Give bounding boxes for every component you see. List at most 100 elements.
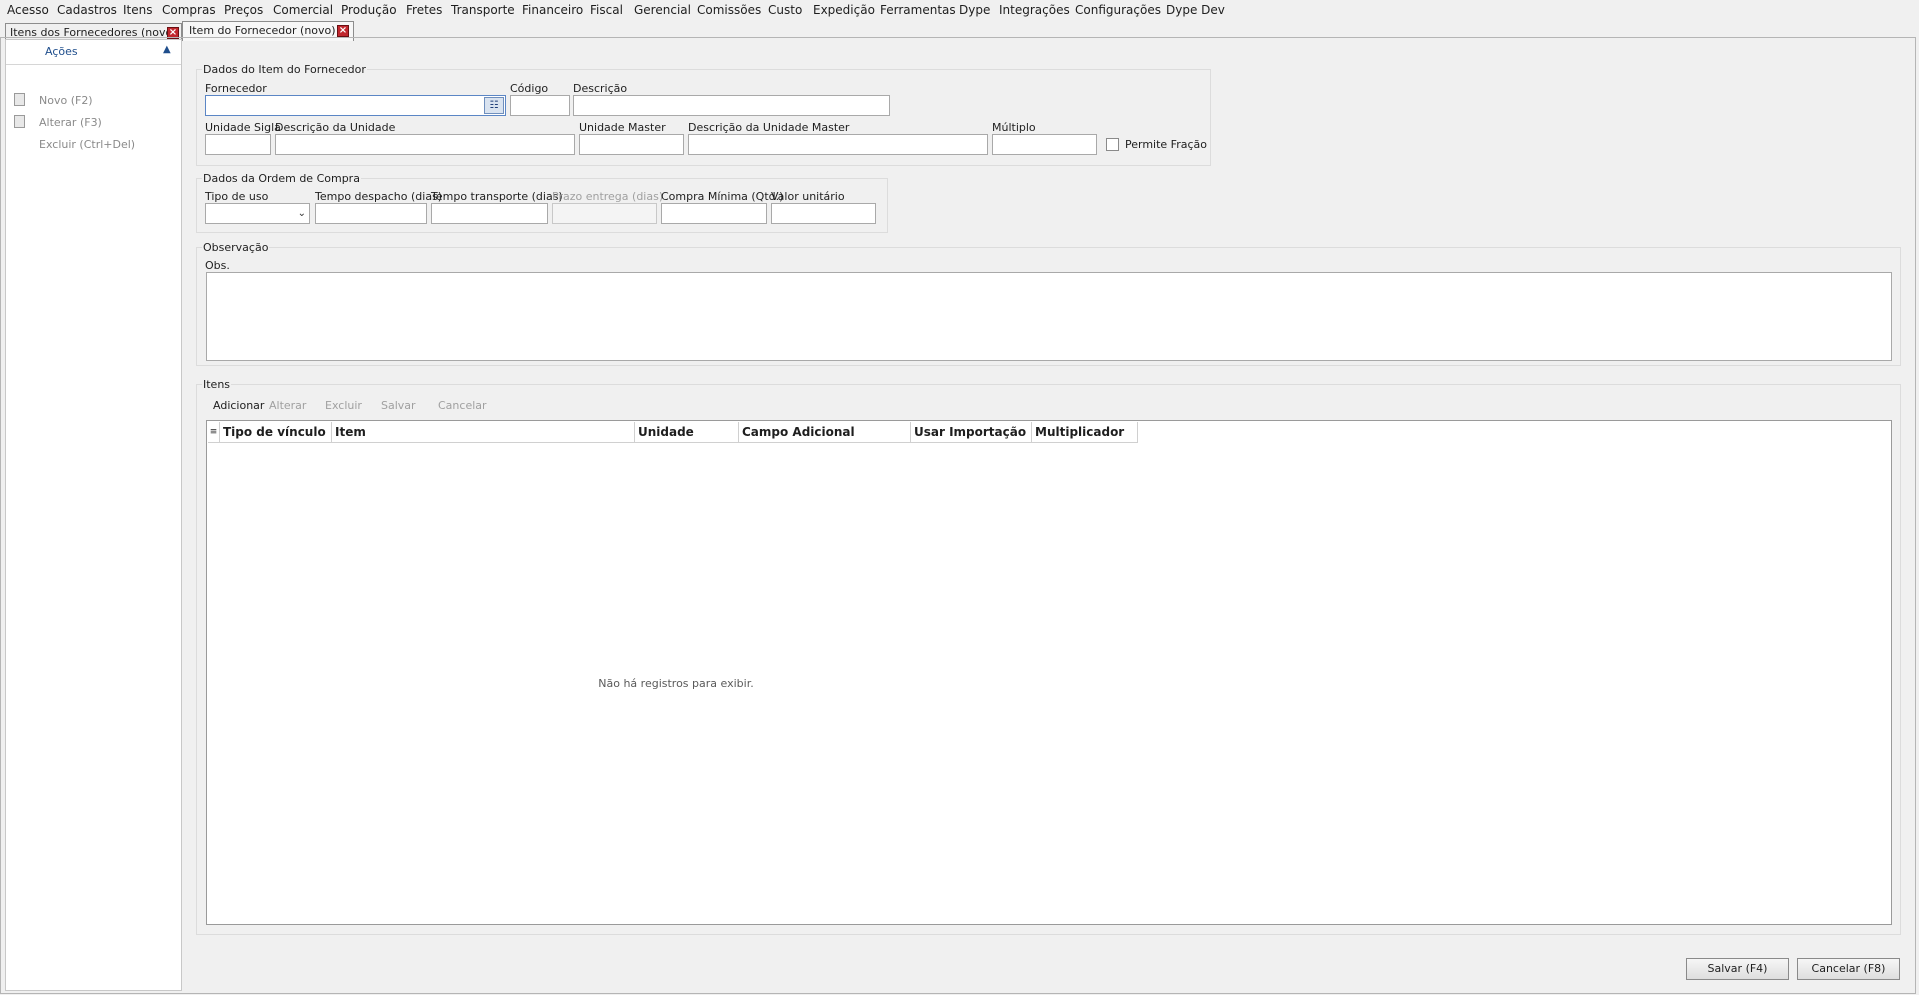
column-header-usar-importacao[interactable]: Usar Importação <box>911 422 1032 443</box>
unidade-master-text[interactable] <box>580 135 683 154</box>
menu-financeiro[interactable]: Financeiro <box>522 3 583 17</box>
multiplo-text[interactable] <box>993 135 1096 154</box>
tipo-uso-label: Tipo de uso <box>205 190 269 203</box>
column-chooser-icon[interactable]: ≡ <box>208 422 220 443</box>
action-label: Excluir (Ctrl+Del) <box>39 138 136 151</box>
column-header-multiplicador[interactable]: Multiplicador <box>1032 422 1138 443</box>
menu-custo[interactable]: Custo <box>768 3 802 17</box>
cancel-button[interactable]: Cancelar (F8) <box>1797 958 1900 980</box>
menu-dype-dev[interactable]: Dype Dev <box>1166 3 1225 17</box>
menu-cadastros[interactable]: Cadastros <box>57 3 117 17</box>
valor-unitario-text[interactable] <box>772 204 875 223</box>
menu-ferramentas[interactable]: Ferramentas <box>880 3 956 17</box>
alterar-button: Alterar <box>269 399 307 412</box>
tab-label: Itens dos Fornecedores (novo) <box>10 26 177 39</box>
action-alterar[interactable]: Alterar (F3) <box>6 113 181 131</box>
tempo-despacho-text[interactable] <box>316 204 426 223</box>
menu-comissoes[interactable]: Comissões <box>697 3 761 17</box>
menu-transporte[interactable]: Transporte <box>451 3 515 17</box>
compra-minima-input[interactable] <box>661 203 767 224</box>
obs-textarea[interactable] <box>206 272 1892 361</box>
chevron-up-icon[interactable]: ▲ <box>163 44 171 55</box>
unidade-master-label: Unidade Master <box>579 121 666 134</box>
menu-acesso[interactable]: Acesso <box>7 3 49 17</box>
column-header-unidade[interactable]: Unidade <box>635 422 739 443</box>
action-novo[interactable]: Novo (F2) <box>6 91 181 109</box>
descricao-unidade-text[interactable] <box>276 135 574 154</box>
menu-comercial[interactable]: Comercial <box>273 3 333 17</box>
multiplo-label: Múltiplo <box>992 121 1036 134</box>
close-tab-icon[interactable]: × <box>167 27 179 39</box>
menu-compras[interactable]: Compras <box>162 3 216 17</box>
edit-document-icon <box>14 115 25 128</box>
descricao-unidade-master-text[interactable] <box>689 135 987 154</box>
descricao-input[interactable] <box>573 95 890 116</box>
permite-fracao-checkbox[interactable] <box>1106 138 1119 151</box>
tab-item-fornecedor[interactable]: Item do Fornecedor (novo) () × <box>182 21 354 41</box>
close-tab-icon[interactable]: × <box>337 25 349 37</box>
unidade-sigla-input[interactable] <box>205 134 271 155</box>
tempo-despacho-input[interactable] <box>315 203 427 224</box>
menu-gerencial[interactable]: Gerencial <box>634 3 691 17</box>
actions-panel-header[interactable]: Ações ▲ <box>6 40 181 65</box>
prazo-entrega-input <box>552 203 657 224</box>
multiplo-input[interactable] <box>992 134 1097 155</box>
menu-precos[interactable]: Preços <box>224 3 263 17</box>
column-header-campo-adicional[interactable]: Campo Adicional <box>739 422 911 443</box>
descricao-unidade-label: Descrição da Unidade <box>275 121 396 134</box>
unidade-sigla-text[interactable] <box>206 135 270 154</box>
save-button[interactable]: Salvar (F4) <box>1686 958 1789 980</box>
adicionar-button[interactable]: Adicionar <box>213 399 264 412</box>
descricao-unidade-master-input[interactable] <box>688 134 988 155</box>
action-excluir[interactable]: Excluir (Ctrl+Del) <box>6 135 181 153</box>
salvar-item-button: Salvar <box>381 399 416 412</box>
menu-bar: Acesso Cadastros Itens Compras Preços Co… <box>0 0 1919 20</box>
excluir-button: Excluir <box>325 399 362 412</box>
action-label: Novo (F2) <box>39 94 93 107</box>
compra-minima-text[interactable] <box>662 204 766 223</box>
actions-title: Ações <box>45 45 78 58</box>
new-document-icon <box>14 93 25 106</box>
obs-label: Obs. <box>205 259 230 272</box>
descricao-unidade-input[interactable] <box>275 134 575 155</box>
action-label: Alterar (F3) <box>39 116 102 129</box>
codigo-label: Código <box>510 82 549 95</box>
menu-fiscal[interactable]: Fiscal <box>590 3 623 17</box>
group-title-dados-ordem: Dados da Ordem de Compra <box>202 172 361 185</box>
prazo-entrega-label: Prazo entrega (dias) <box>552 190 664 203</box>
unidade-master-input[interactable] <box>579 134 684 155</box>
fornecedor-input[interactable]: ☷ <box>205 95 506 116</box>
fornecedor-text[interactable] <box>206 96 505 115</box>
group-title-observacao: Observação <box>202 241 270 254</box>
descricao-label: Descrição <box>573 82 628 95</box>
tempo-transporte-label: Tempo transporte (dias) <box>431 190 563 203</box>
column-header-item[interactable]: Item <box>332 422 635 443</box>
binoculars-icon[interactable]: ☷ <box>484 97 504 114</box>
tempo-transporte-input[interactable] <box>431 203 548 224</box>
obs-text[interactable] <box>207 273 1891 360</box>
menu-fretes[interactable]: Fretes <box>406 3 442 17</box>
itens-grid[interactable]: ≡ Tipo de vínculo Item Unidade Campo Adi… <box>206 420 1892 925</box>
group-title-dados-item: Dados do Item do Fornecedor <box>202 63 367 76</box>
codigo-input[interactable] <box>510 95 570 116</box>
compra-minima-label: Compra Mínima (Qtd.) <box>661 190 784 203</box>
actions-panel: Ações ▲ Novo (F2) Alterar (F3) Excluir (… <box>5 39 182 991</box>
valor-unitario-input[interactable] <box>771 203 876 224</box>
fornecedor-label: Fornecedor <box>205 82 267 95</box>
menu-expedicao[interactable]: Expedição <box>813 3 875 17</box>
descricao-text[interactable] <box>574 96 889 115</box>
column-header-tipo-vinculo[interactable]: Tipo de vínculo <box>220 422 332 443</box>
menu-producao[interactable]: Produção <box>341 3 397 17</box>
menu-configuracoes[interactable]: Configurações <box>1075 3 1161 17</box>
menu-integracoes[interactable]: Integrações <box>999 3 1070 17</box>
unidade-sigla-label: Unidade Sigla <box>205 121 281 134</box>
empty-grid-message: Não há registros para exibir. <box>598 677 754 690</box>
tempo-transporte-text[interactable] <box>432 204 547 223</box>
chevron-down-icon[interactable]: ⌄ <box>298 208 306 219</box>
menu-dype[interactable]: Dype <box>959 3 990 17</box>
menu-itens[interactable]: Itens <box>123 3 152 17</box>
permite-fracao-label: Permite Fração <box>1125 138 1207 151</box>
codigo-text[interactable] <box>511 96 569 115</box>
tipo-uso-select[interactable]: ⌄ <box>205 203 310 224</box>
descricao-unidade-master-label: Descrição da Unidade Master <box>688 121 850 134</box>
